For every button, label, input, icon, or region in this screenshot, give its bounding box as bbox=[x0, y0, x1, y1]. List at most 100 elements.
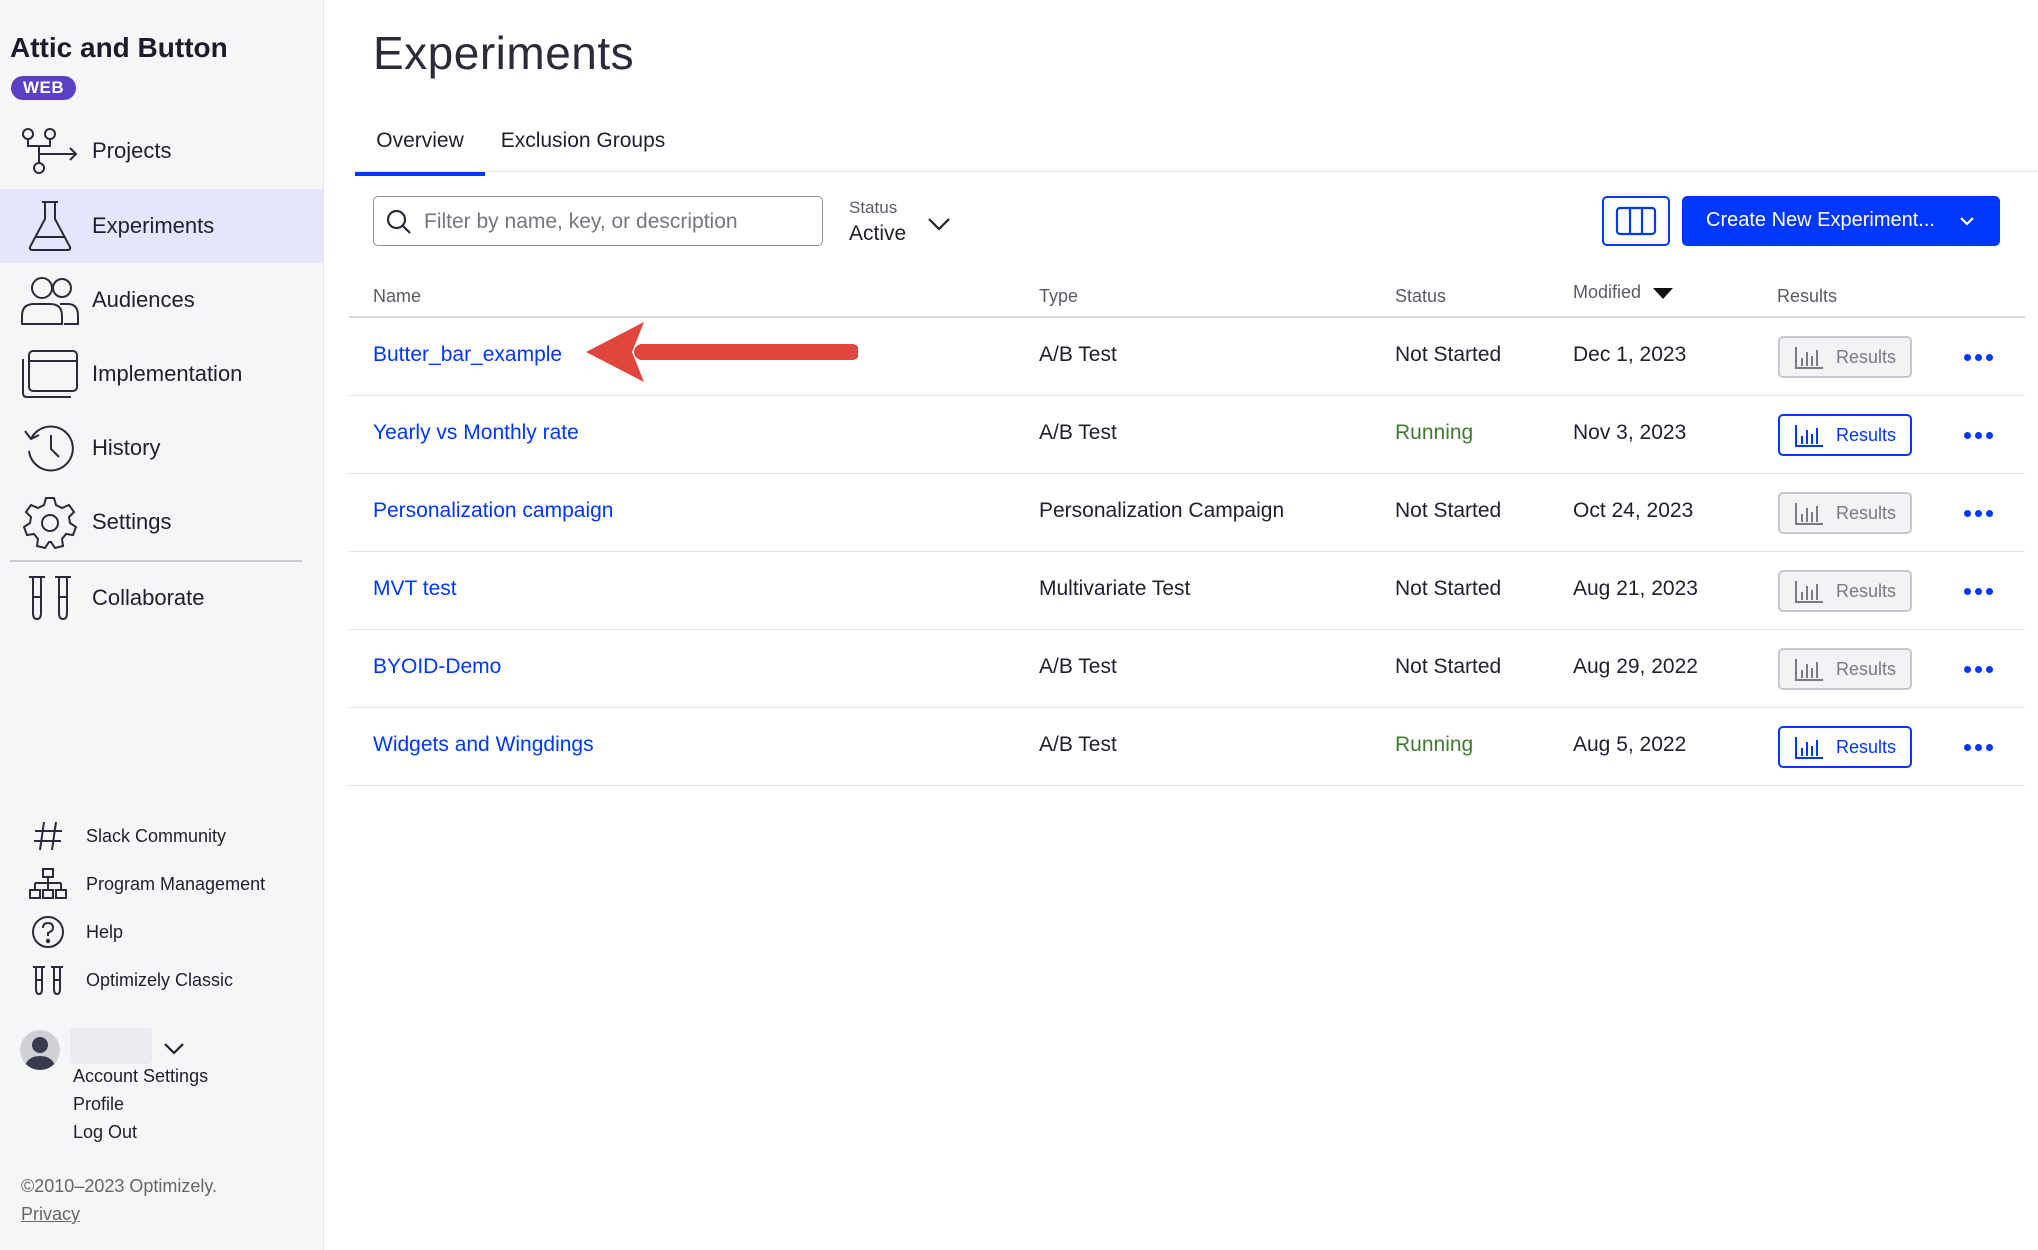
status-filter-dropdown[interactable]: Status Active bbox=[849, 196, 959, 252]
sidebar: Attic and Button WEB Projects Experiment… bbox=[0, 0, 324, 1250]
table-row: Yearly vs Monthly rate A/B Test Running Nov… bbox=[349, 396, 2025, 474]
org-chart-icon bbox=[26, 864, 70, 904]
experiment-status: Not Started bbox=[1395, 343, 1502, 366]
search-icon bbox=[386, 209, 412, 235]
nav-label-experiments: Experiments bbox=[92, 213, 215, 238]
column-header-results: Results bbox=[1777, 286, 1838, 306]
more-options-icon[interactable] bbox=[1958, 654, 1998, 684]
nav-item-experiments[interactable]: Experiments bbox=[0, 189, 323, 263]
experiment-status: Running bbox=[1395, 421, 1474, 444]
more-options-icon[interactable] bbox=[1958, 342, 1998, 372]
experiment-type: Multivariate Test bbox=[1039, 577, 1191, 600]
page-title: Experiments bbox=[373, 27, 635, 79]
results-button[interactable]: Results bbox=[1778, 414, 1912, 456]
nav-item-settings[interactable]: Settings bbox=[0, 485, 323, 559]
column-header-modified-label: Modified bbox=[1573, 282, 1642, 302]
experiment-status: Running bbox=[1395, 733, 1474, 756]
nav-item-collaborate[interactable]: Collaborate bbox=[0, 561, 323, 635]
create-new-experiment-button[interactable]: Create New Experiment... bbox=[1682, 196, 2000, 246]
results-button[interactable]: Results bbox=[1778, 570, 1912, 612]
columns-toggle-button[interactable] bbox=[1602, 196, 1670, 246]
column-header-type[interactable]: Type bbox=[1039, 286, 1078, 307]
bar-chart-icon bbox=[1795, 737, 1823, 759]
experiment-type: A/B Test bbox=[1039, 655, 1117, 678]
column-header-status[interactable]: Status bbox=[1395, 286, 1446, 307]
experiment-name-link[interactable]: MVT test bbox=[373, 552, 457, 630]
avatar[interactable] bbox=[20, 1030, 60, 1070]
status-filter-label: Status bbox=[849, 198, 898, 217]
table-row: BYOID-Demo A/B Test Not Started Aug 29, 202… bbox=[349, 630, 2025, 708]
util-label-program-management: Program Management bbox=[86, 873, 266, 894]
experiment-status: Not Started bbox=[1395, 655, 1502, 678]
log-out-link[interactable]: Log Out bbox=[73, 1122, 137, 1143]
experiment-status: Not Started bbox=[1395, 499, 1502, 522]
results-button[interactable]: Results bbox=[1778, 336, 1912, 378]
more-options-icon[interactable] bbox=[1958, 420, 1998, 450]
sort-descending-icon bbox=[1653, 287, 1674, 299]
experiment-type: Personalization Campaign bbox=[1039, 499, 1285, 522]
nav-label-history: History bbox=[92, 435, 161, 460]
experiment-type: A/B Test bbox=[1039, 421, 1117, 444]
platform-badge: WEB bbox=[11, 76, 77, 100]
chevron-down-icon[interactable] bbox=[160, 1034, 188, 1062]
more-options-icon[interactable] bbox=[1958, 732, 1998, 762]
more-options-icon[interactable] bbox=[1958, 498, 1998, 528]
results-button[interactable]: Results bbox=[1778, 648, 1912, 690]
util-label-help: Help bbox=[86, 921, 124, 942]
search-input[interactable] bbox=[422, 197, 816, 246]
util-label-classic: Optimizely Classic bbox=[86, 969, 234, 990]
results-button[interactable]: Results bbox=[1778, 726, 1912, 768]
nav-item-program-management[interactable]: Program Management bbox=[0, 864, 323, 904]
experiment-name-link[interactable]: Personalization campaign bbox=[373, 474, 613, 552]
profile-link[interactable]: Profile bbox=[73, 1094, 124, 1115]
experiment-type: A/B Test bbox=[1039, 733, 1117, 756]
experiment-name-link[interactable]: BYOID-Demo bbox=[373, 630, 501, 708]
table-row: Personalization campaign Personalization … bbox=[349, 474, 2025, 552]
nav-item-history[interactable]: History bbox=[0, 411, 323, 485]
experiment-modified-date: Aug 5, 2022 bbox=[1573, 733, 1687, 756]
classic-icon bbox=[26, 960, 70, 1000]
experiment-name-link[interactable]: Yearly vs Monthly rate bbox=[373, 396, 579, 474]
tab-overview[interactable]: Overview bbox=[355, 118, 485, 176]
experiment-type: A/B Test bbox=[1039, 343, 1117, 366]
user-name-redacted bbox=[70, 1028, 152, 1064]
experiment-modified-date: Aug 29, 2022 bbox=[1573, 655, 1698, 678]
column-header-name[interactable]: Name bbox=[373, 286, 421, 307]
privacy-link[interactable]: Privacy bbox=[21, 1204, 80, 1225]
nav-item-help[interactable]: Help bbox=[0, 912, 323, 952]
nav-item-projects[interactable]: Projects bbox=[0, 114, 323, 188]
bar-chart-icon bbox=[1795, 503, 1823, 525]
table-row: MVT test Multivariate Test Not Started Aug … bbox=[349, 552, 2025, 630]
nav-item-implementation[interactable]: Implementation bbox=[0, 337, 323, 411]
nav-label-projects: Projects bbox=[92, 138, 172, 163]
results-button-label: Results bbox=[1836, 503, 1897, 523]
implementation-icon bbox=[20, 346, 80, 402]
nav-item-slack-community[interactable]: Slack Community bbox=[0, 816, 323, 856]
experiment-name-link[interactable]: Widgets and Wingdings bbox=[373, 708, 594, 786]
more-options-icon[interactable] bbox=[1958, 576, 1998, 606]
columns-icon bbox=[1615, 206, 1657, 236]
search-box bbox=[373, 196, 823, 246]
nav-label-settings: Settings bbox=[92, 509, 172, 534]
chevron-down-icon bbox=[925, 210, 953, 238]
tab-exclusion-groups[interactable]: Exclusion Groups bbox=[497, 118, 669, 176]
results-button-label: Results bbox=[1836, 737, 1897, 757]
help-icon bbox=[26, 912, 70, 952]
nav-item-audiences[interactable]: Audiences bbox=[0, 263, 323, 337]
results-button-label: Results bbox=[1836, 425, 1897, 445]
account-settings-link[interactable]: Account Settings bbox=[73, 1066, 208, 1087]
project-name[interactable]: Attic and Button bbox=[10, 32, 228, 64]
table-row: Butter_bar_example A/B Test Not Started Dec… bbox=[349, 318, 2025, 396]
bar-chart-icon bbox=[1795, 347, 1823, 369]
results-button-label: Results bbox=[1836, 347, 1897, 367]
experiment-name-link[interactable]: Butter_bar_example bbox=[373, 318, 562, 396]
nav-item-optimizely-classic[interactable]: Optimizely Classic bbox=[0, 960, 323, 1000]
nav-label-implementation: Implementation bbox=[92, 361, 243, 386]
column-header-modified[interactable]: Modified bbox=[1573, 282, 1674, 303]
bar-chart-icon bbox=[1795, 659, 1823, 681]
results-button[interactable]: Results bbox=[1778, 492, 1912, 534]
collaborate-icon bbox=[20, 570, 80, 626]
flask-icon bbox=[20, 198, 80, 254]
chevron-down-icon bbox=[1956, 210, 1978, 232]
create-button-label: Create New Experiment... bbox=[1706, 209, 1935, 231]
